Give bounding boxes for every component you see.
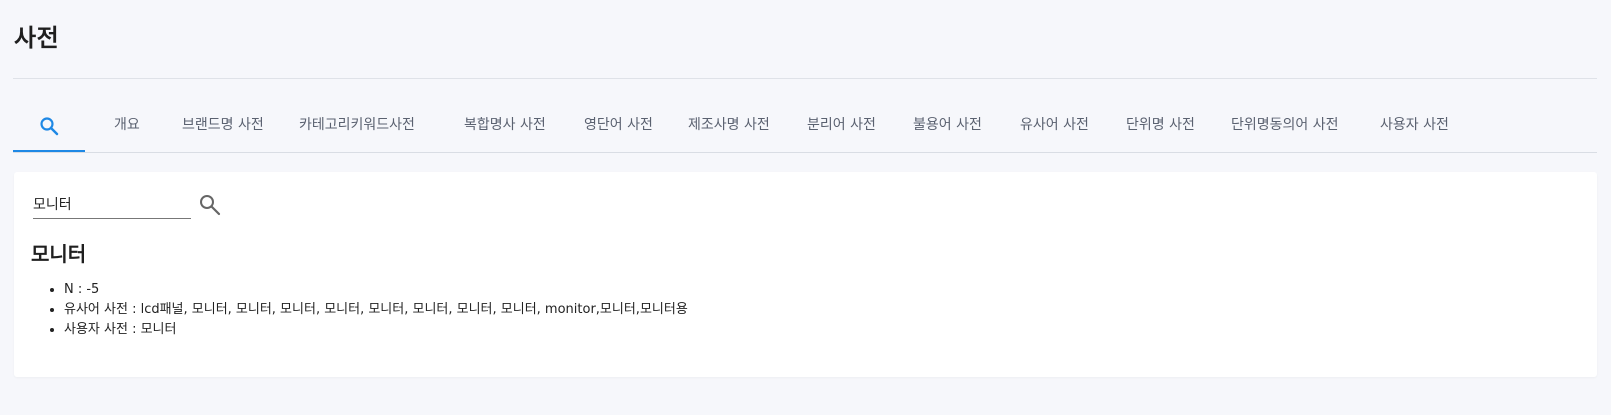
tab-search[interactable] (13, 104, 85, 152)
tab-bar: 개요 브랜드명 사전 카테고리키워드사전 복합명사 사전 영단어 사전 제조사명… (13, 104, 1597, 153)
title-divider (13, 78, 1597, 79)
tab-separator-dictionary[interactable]: 분리어 사전 (807, 104, 876, 152)
search-button-icon[interactable] (197, 192, 223, 218)
search-icon (40, 117, 59, 136)
tab-synonym-dictionary[interactable]: 유사어 사전 (1020, 104, 1089, 152)
result-title: 모니터 (31, 242, 87, 266)
tab-compound-noun-dictionary[interactable]: 복합명사 사전 (464, 104, 546, 152)
dictionary-page: 사전 개요 브랜드명 사전 카테고리키워드사전 복합명사 사전 영단어 사전 제… (0, 0, 1611, 415)
result-item-pos: N : -5 (64, 280, 688, 300)
result-item-synonyms: 유사어 사전 : lcd패널, 모니터, 모니터, 모니터, 모니터, 모니터,… (64, 300, 688, 320)
tab-overview[interactable]: 개요 (114, 104, 140, 152)
tab-manufacturer-dictionary[interactable]: 제조사명 사전 (688, 104, 770, 152)
tab-brand-dictionary[interactable]: 브랜드명 사전 (182, 104, 264, 152)
result-details-list: N : -5 유사어 사전 : lcd패널, 모니터, 모니터, 모니터, 모니… (34, 280, 688, 340)
search-result-card: 모니터 N : -5 유사어 사전 : lcd패널, 모니터, 모니터, 모니터… (14, 172, 1597, 377)
search-input[interactable] (33, 190, 191, 219)
tab-unit-dictionary[interactable]: 단위명 사전 (1126, 104, 1195, 152)
page-title: 사전 (14, 24, 60, 52)
result-item-user-dictionary: 사용자 사전 : 모니터 (64, 320, 688, 340)
tab-stopword-dictionary[interactable]: 불용어 사전 (913, 104, 982, 152)
tab-category-keyword-dictionary[interactable]: 카테고리키워드사전 (299, 104, 415, 152)
tab-english-word-dictionary[interactable]: 영단어 사전 (584, 104, 653, 152)
tab-user-dictionary[interactable]: 사용자 사전 (1380, 104, 1449, 152)
tab-unit-synonym-dictionary[interactable]: 단위명동의어 사전 (1231, 104, 1339, 152)
